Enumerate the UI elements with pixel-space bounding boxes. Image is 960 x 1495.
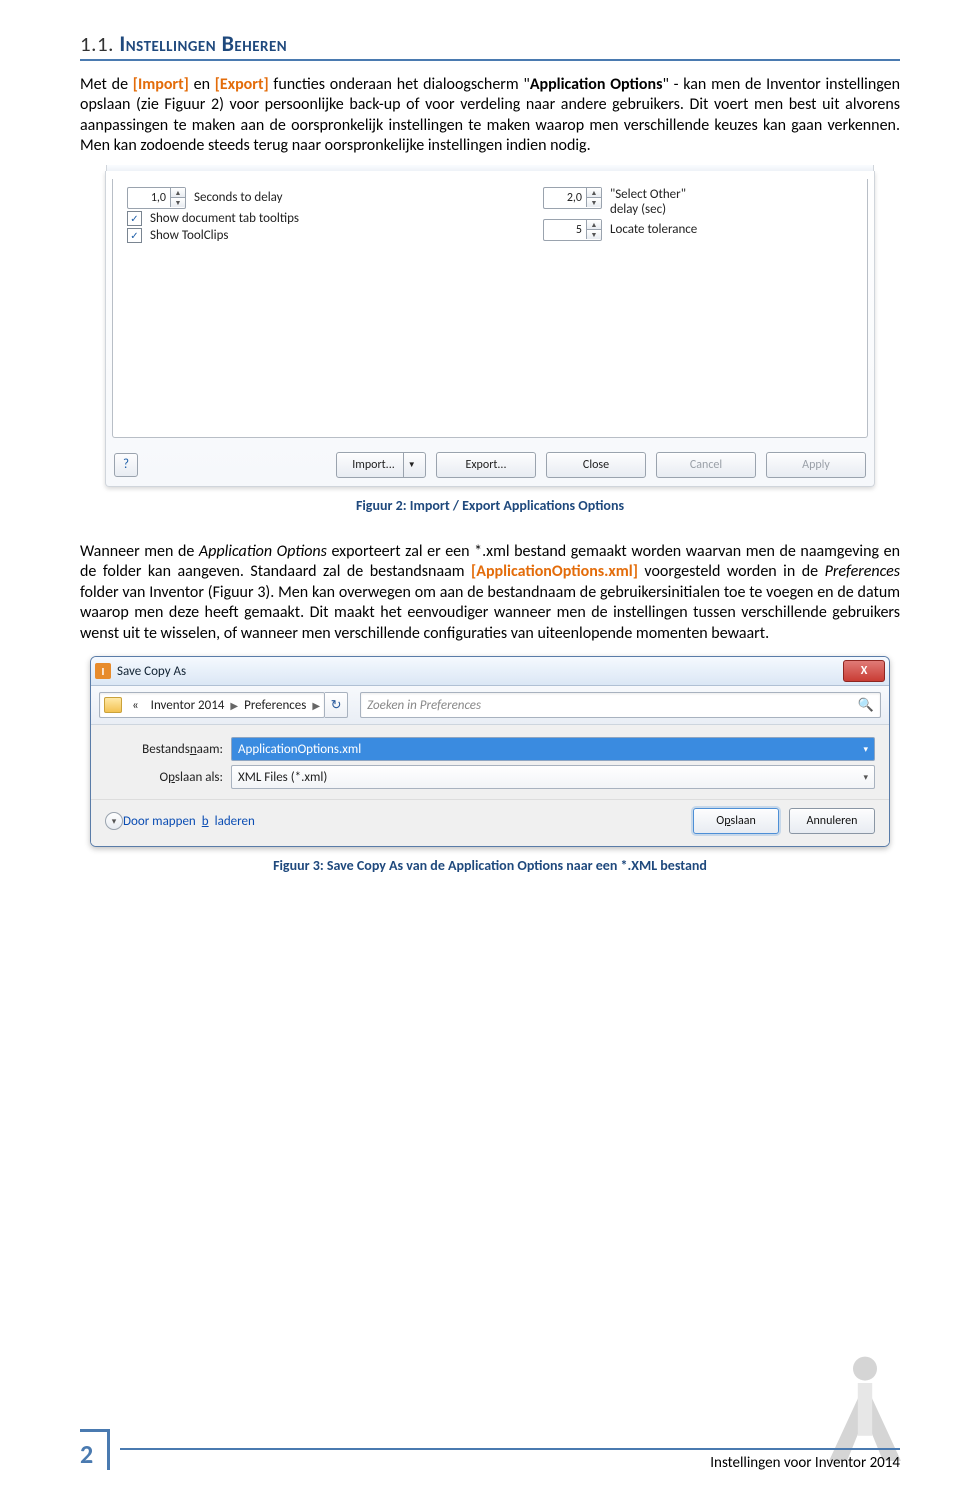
crumb-inventor[interactable]: Inventor 2014 [145,698,231,713]
save-button[interactable]: Opslaan [693,808,779,834]
chevron-right-icon: ▶ [312,699,320,712]
browse-folders-link[interactable]: Door mappen bladeren [123,814,255,829]
filetype-label: Opslaan als: [105,770,231,785]
apply-button[interactable]: Apply [766,452,866,478]
show-toolclips-label: Show ToolClips [150,228,228,243]
close-button[interactable]: Close [546,452,646,478]
show-doc-tooltips-checkbox[interactable]: ✓ [127,211,142,226]
preferences-ital: Preferences [825,562,900,581]
heading-num: 1.1. [80,31,114,57]
dialog-name: Application Options [530,75,663,94]
expand-chevron-icon[interactable]: ▾ [105,812,123,830]
import-keyword: [Import] [133,75,189,94]
section-heading: 1.1. Instellingen Beheren [80,30,900,61]
select-other-spinner[interactable]: 2,0▲▼ [543,187,602,209]
breadcrumb-bar[interactable]: « Inventor 2014 ▶ Preferences ▶ [99,692,325,718]
cancel-button[interactable]: Cancel [656,452,756,478]
spinner-down-icon[interactable]: ▼ [587,198,601,207]
seconds-delay-label: Seconds to delay [194,190,283,205]
cancel-button[interactable]: Annuleren [789,808,875,834]
select-other-label: "Select Other"delay (sec) [610,187,686,217]
dropdown-caret-icon[interactable]: ▾ [863,744,868,755]
window-title: Save Copy As [117,664,186,679]
seconds-delay-spinner[interactable]: 1,0▲▼ [127,187,186,209]
inventor-app-icon: I [95,663,111,679]
export-keyword: [Export] [215,75,269,94]
paragraph-1: Met de [Import] en [Export] functies ond… [80,75,900,157]
crumb-preferences[interactable]: Preferences [238,698,312,713]
search-placeholder: Zoeken in Preferences [367,698,481,713]
search-icon: 🔍 [858,698,874,713]
spinner-down-icon[interactable]: ▼ [587,230,601,239]
locate-tolerance-label: Locate tolerance [610,222,697,237]
show-doc-tooltips-label: Show document tab tooltips [150,211,299,226]
search-input[interactable]: Zoeken in Preferences 🔍 [360,692,881,718]
locate-tolerance-spinner[interactable]: 5▲▼ [543,219,602,241]
app-options-ital: Application Options [199,542,327,561]
folder-icon [104,697,122,713]
figure2-caption: Figuur 3: Save Copy As van de Applicatio… [80,857,900,874]
show-toolclips-checkbox[interactable]: ✓ [127,228,142,243]
dropdown-caret-icon[interactable]: ▼ [403,453,420,477]
figure-save-copy-as: I Save Copy As X « Inventor 2014 ▶ Prefe… [90,656,890,847]
export-button[interactable]: Export... [436,452,536,478]
page-number: 2 [80,1438,93,1470]
close-window-button[interactable]: X [843,660,885,682]
help-button[interactable]: ? [114,453,138,477]
spinner-up-icon[interactable]: ▲ [171,188,185,198]
figure1-caption: Figuur 2: Import / Export Applications O… [80,497,900,514]
chevron-right-icon: ▶ [230,699,238,712]
filename-label: Bestandsnaam: [105,742,231,757]
spinner-down-icon[interactable]: ▼ [171,198,185,207]
filename-keyword: [ApplicationOptions.xml] [471,562,638,581]
footer-text: Instellingen voor Inventor 2014 [710,1454,900,1472]
refresh-button[interactable]: ↻ [325,692,348,718]
filetype-combo[interactable]: XML Files (*.xml)▾ [231,765,875,789]
spinner-up-icon[interactable]: ▲ [587,188,601,198]
spinner-up-icon[interactable]: ▲ [587,220,601,230]
window-titlebar: I Save Copy As X [91,657,889,686]
figure-app-options: 1,0▲▼ Seconds to delay ✓ Show document t… [105,171,875,487]
page-footer: 2 Instellingen voor Inventor 2014 [80,1429,900,1470]
filename-input[interactable]: ApplicationOptions.xml▾ [231,737,875,761]
heading-title: Instellingen Beheren [119,30,287,57]
paragraph-2: Wanneer men de Application Options expor… [80,542,900,644]
dropdown-caret-icon[interactable]: ▾ [863,772,868,783]
import-button[interactable]: Import...▼ [336,452,426,478]
